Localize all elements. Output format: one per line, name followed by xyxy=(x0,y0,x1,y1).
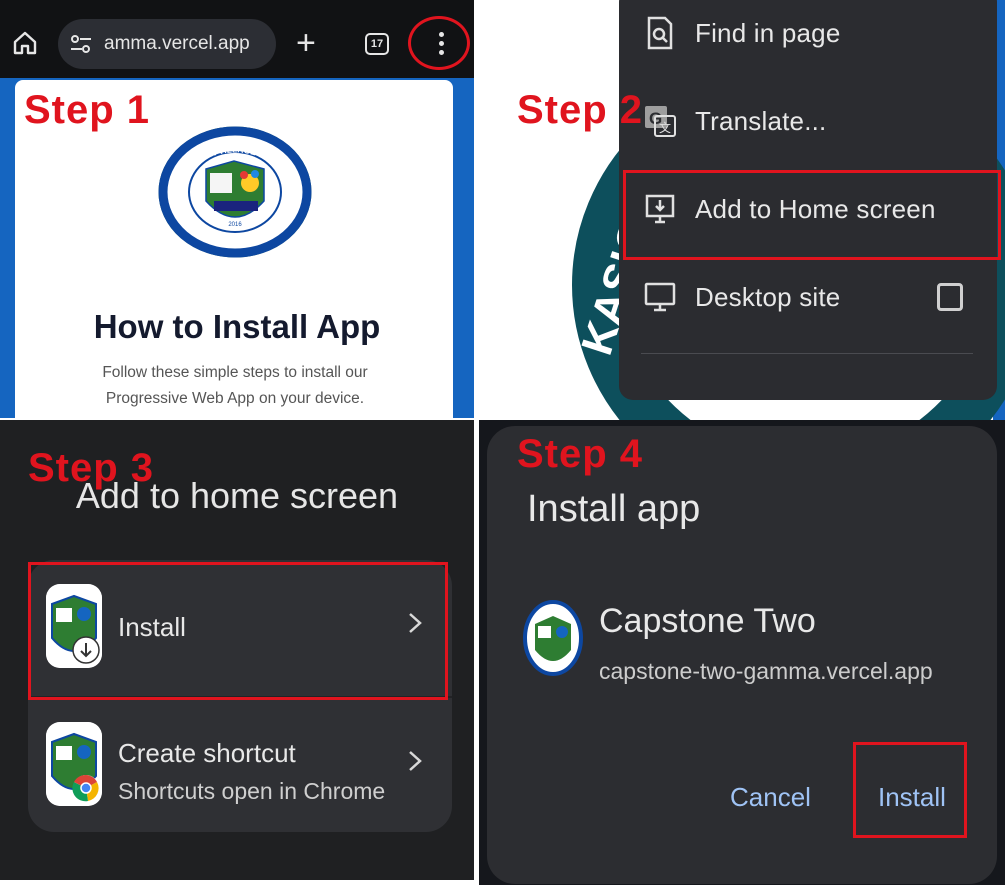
home-icon[interactable] xyxy=(12,30,38,56)
app-name: Capstone Two xyxy=(599,602,816,640)
subtitle-line-2: Progressive Web App on your device. xyxy=(105,390,365,407)
new-tab-icon[interactable]: + xyxy=(296,26,316,60)
app-shortcut-icon xyxy=(46,722,102,806)
step-label: Step 4 xyxy=(517,432,644,476)
step1-panel: amma.vercel.app + 17 2016 KASIGLAHAN VIL… xyxy=(0,0,474,418)
school-logo: 2016 KASIGLAHAN VILLAGE SENIOR HIGH SCHO… xyxy=(158,125,312,258)
step3-panel: Add to home screen Install Create shortc… xyxy=(0,420,474,885)
browser-toolbar: amma.vercel.app + 17 xyxy=(0,0,474,78)
page-title: How to Install App xyxy=(93,308,381,345)
translate-icon: G 文 xyxy=(645,106,676,137)
menu-divider xyxy=(641,353,973,354)
address-bar[interactable]: amma.vercel.app xyxy=(58,19,276,69)
desktop-site-checkbox[interactable] xyxy=(937,283,963,311)
step2-panel: KASIGLAHA 2016 ★ Find in page G 文 xyxy=(479,0,1005,420)
find-in-page-icon xyxy=(647,16,673,50)
step4-panel: Install app Capstone Two capstone-two-ga… xyxy=(479,420,1005,885)
menu-item-translate[interactable]: G 文 Translate... xyxy=(619,76,997,164)
url-text: amma.vercel.app xyxy=(104,33,250,54)
menu-item-label: Find in page xyxy=(695,18,841,48)
step-label: Step 3 xyxy=(28,446,155,490)
shortcut-title: Create shortcut xyxy=(118,738,296,768)
create-shortcut-option[interactable]: Create shortcut Shortcuts open in Chrome xyxy=(28,698,452,834)
menu-highlight-circle xyxy=(408,16,470,70)
cancel-button[interactable]: Cancel xyxy=(730,782,811,813)
step-label: Step 1 xyxy=(24,88,151,132)
site-info-icon[interactable] xyxy=(70,34,92,54)
app-icon xyxy=(523,600,583,676)
step-label: Step 2 xyxy=(517,88,644,132)
tab-switcher-icon[interactable]: 17 xyxy=(365,33,389,55)
dialog-title: Install app xyxy=(527,488,701,530)
highlight-box xyxy=(623,170,1001,260)
app-url: capstone-two-gamma.vercel.app xyxy=(599,658,933,684)
shortcut-subtitle: Shortcuts open in Chrome xyxy=(118,778,386,804)
highlight-box xyxy=(853,742,967,838)
menu-item-label: Desktop site xyxy=(695,282,841,312)
menu-item-label: Translate... xyxy=(695,106,827,136)
highlight-box xyxy=(28,562,448,700)
svg-text:文: 文 xyxy=(659,120,671,135)
logo-year: 2016 xyxy=(228,222,242,228)
menu-item-desktop-site[interactable]: Desktop site xyxy=(619,252,997,340)
desktop-icon xyxy=(644,282,676,312)
chevron-right-icon xyxy=(409,751,422,771)
tab-count: 17 xyxy=(370,38,384,50)
page-subtitle: Follow these simple steps to install our… xyxy=(60,360,410,412)
subtitle-line-1: Follow these simple steps to install our xyxy=(102,364,368,381)
tutorial-collage: amma.vercel.app + 17 2016 KASIGLAHAN VIL… xyxy=(0,0,1005,885)
menu-item-find-in-page[interactable]: Find in page xyxy=(619,0,997,76)
